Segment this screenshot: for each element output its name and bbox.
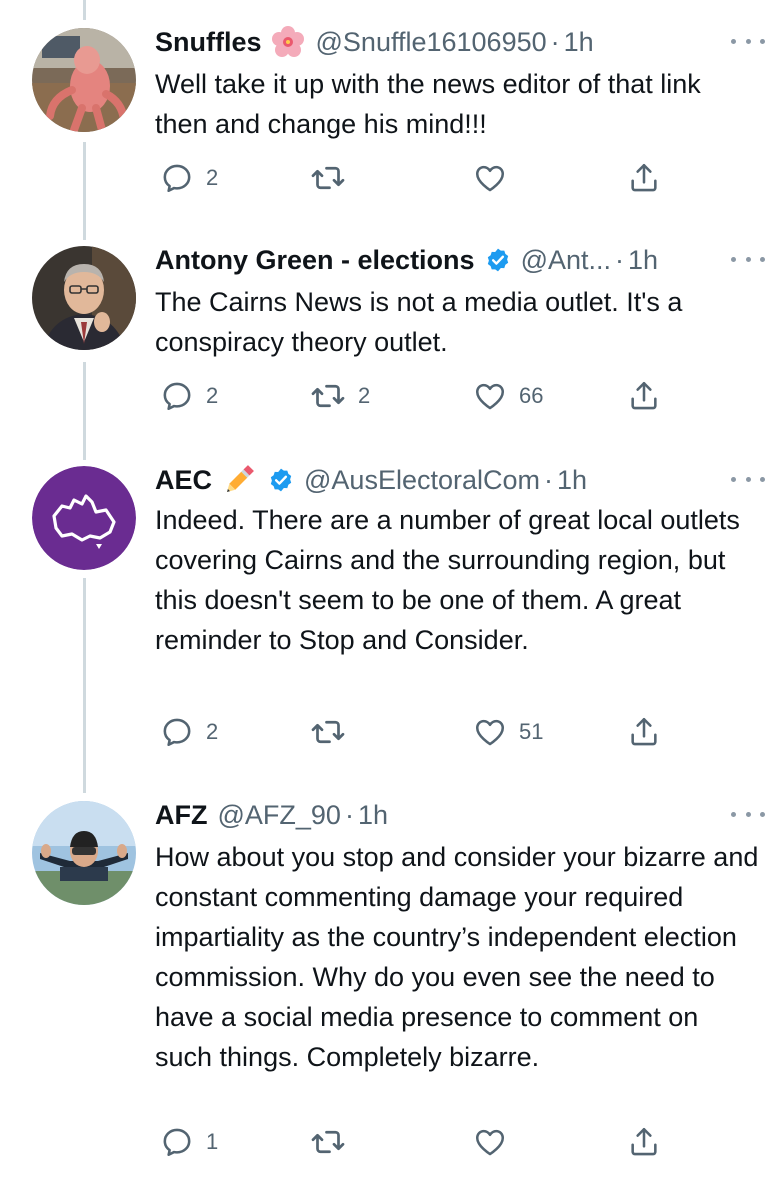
reply-icon [163,164,191,193]
cherry-blossom-icon [270,24,306,60]
reply-count: 2 [206,719,219,744]
tweet-header: AFZ @AFZ_90 · 1h [155,795,723,835]
tweet-header: AEC @AusElectoralCom · 1h [155,460,723,500]
retweet-button[interactable] [310,1122,358,1162]
display-name[interactable]: Snuffles [155,27,262,58]
retweet-icon [311,166,345,190]
share-icon [631,717,657,746]
more-options-icon[interactable] [731,803,765,825]
tweet[interactable]: Antony Green - elections @Ant... · 1h Th… [0,240,783,436]
handle[interactable]: @Snuffle16106950 [316,27,547,58]
heart-icon [475,165,505,192]
timestamp[interactable]: 1h [564,27,594,58]
timestamp[interactable]: 1h [628,245,658,276]
tweet-header: Snuffles @Snuffle16106950 · 1h [155,22,723,62]
reply-icon [163,1128,191,1157]
tweet-text: How about you stop and consider your biz… [155,842,759,1072]
tweet-text: Well take it up with the news editor of … [155,69,701,139]
heart-icon [475,719,505,746]
separator-dot: · [344,799,354,830]
more-options-icon[interactable] [731,468,765,490]
reply-button[interactable]: 1 [160,1122,218,1162]
separator-dot: · [615,244,625,275]
reply-count: 2 [206,165,219,190]
share-icon [631,381,657,410]
reply-button[interactable]: 2 [160,712,218,752]
pencil-icon [220,461,258,499]
like-count: 66 [519,383,544,408]
avatar[interactable] [32,246,136,350]
share-icon [631,1127,657,1156]
share-button[interactable] [627,1122,661,1162]
tweet-text: Indeed. There are a number of great loca… [155,505,740,655]
like-button[interactable]: 66 [473,376,543,416]
avatar[interactable] [32,28,136,132]
action-bar: 2 2 66 [155,376,675,416]
thread-line [83,0,86,20]
like-button[interactable] [473,158,519,198]
tweet-header: Antony Green - elections @Ant... · 1h [155,240,723,280]
like-count: 51 [519,719,544,744]
share-icon [631,163,657,192]
man-with-glasses-avatar-image [32,246,136,350]
separator-dot: · [550,26,560,57]
verified-badge-icon [268,467,294,493]
like-button[interactable]: 51 [473,712,543,752]
handle[interactable]: @AFZ_90 [217,800,340,831]
timestamp[interactable]: 1h [358,800,388,831]
display-name[interactable]: AFZ [155,800,207,831]
pink-figure-avatar-image [32,28,136,132]
tweet[interactable]: AEC @AusElectoralCom · 1h Indeed. There … [0,460,783,780]
share-button[interactable] [627,712,661,752]
action-bar: 2 [155,158,675,198]
reply-icon [163,718,191,747]
display-name[interactable]: Antony Green - elections [155,245,475,276]
retweet-button[interactable] [310,158,358,198]
more-options-icon[interactable] [731,30,765,52]
more-options-icon[interactable] [731,248,765,270]
timestamp[interactable]: 1h [557,465,587,496]
reply-button[interactable]: 2 [160,158,218,198]
retweet-count: 2 [358,383,371,408]
action-bar: 1 [155,1122,675,1162]
retweet-button[interactable] [310,712,358,752]
tweet-text: The Cairns News is not a media outlet. I… [155,287,683,357]
verified-badge-icon [485,247,511,273]
skydiver-avatar-image [32,801,136,905]
heart-icon [475,1129,505,1156]
tweet[interactable]: AFZ @AFZ_90 · 1h How about you stop and … [0,795,783,1195]
share-button[interactable] [627,376,661,416]
heart-icon [475,383,505,410]
reply-count: 2 [206,383,219,408]
separator-dot: · [544,464,554,495]
action-bar: 2 51 [155,712,675,752]
avatar[interactable] [32,801,136,905]
australia-logo-avatar-image [32,466,136,570]
handle[interactable]: @AusElectoralCom [304,465,540,496]
share-button[interactable] [627,158,661,198]
retweet-icon [311,720,345,744]
retweet-button[interactable]: 2 [310,376,370,416]
avatar[interactable] [32,466,136,570]
display-name[interactable]: AEC [155,465,212,496]
retweet-icon [311,384,345,408]
reply-count: 1 [206,1129,219,1154]
handle[interactable]: @Ant... [521,245,611,276]
reply-button[interactable]: 2 [160,376,218,416]
tweet[interactable]: Snuffles @Snuffle16106950 · 1h Well take… [0,22,783,218]
like-button[interactable] [473,1122,519,1162]
reply-icon [163,382,191,411]
retweet-icon [311,1130,345,1154]
